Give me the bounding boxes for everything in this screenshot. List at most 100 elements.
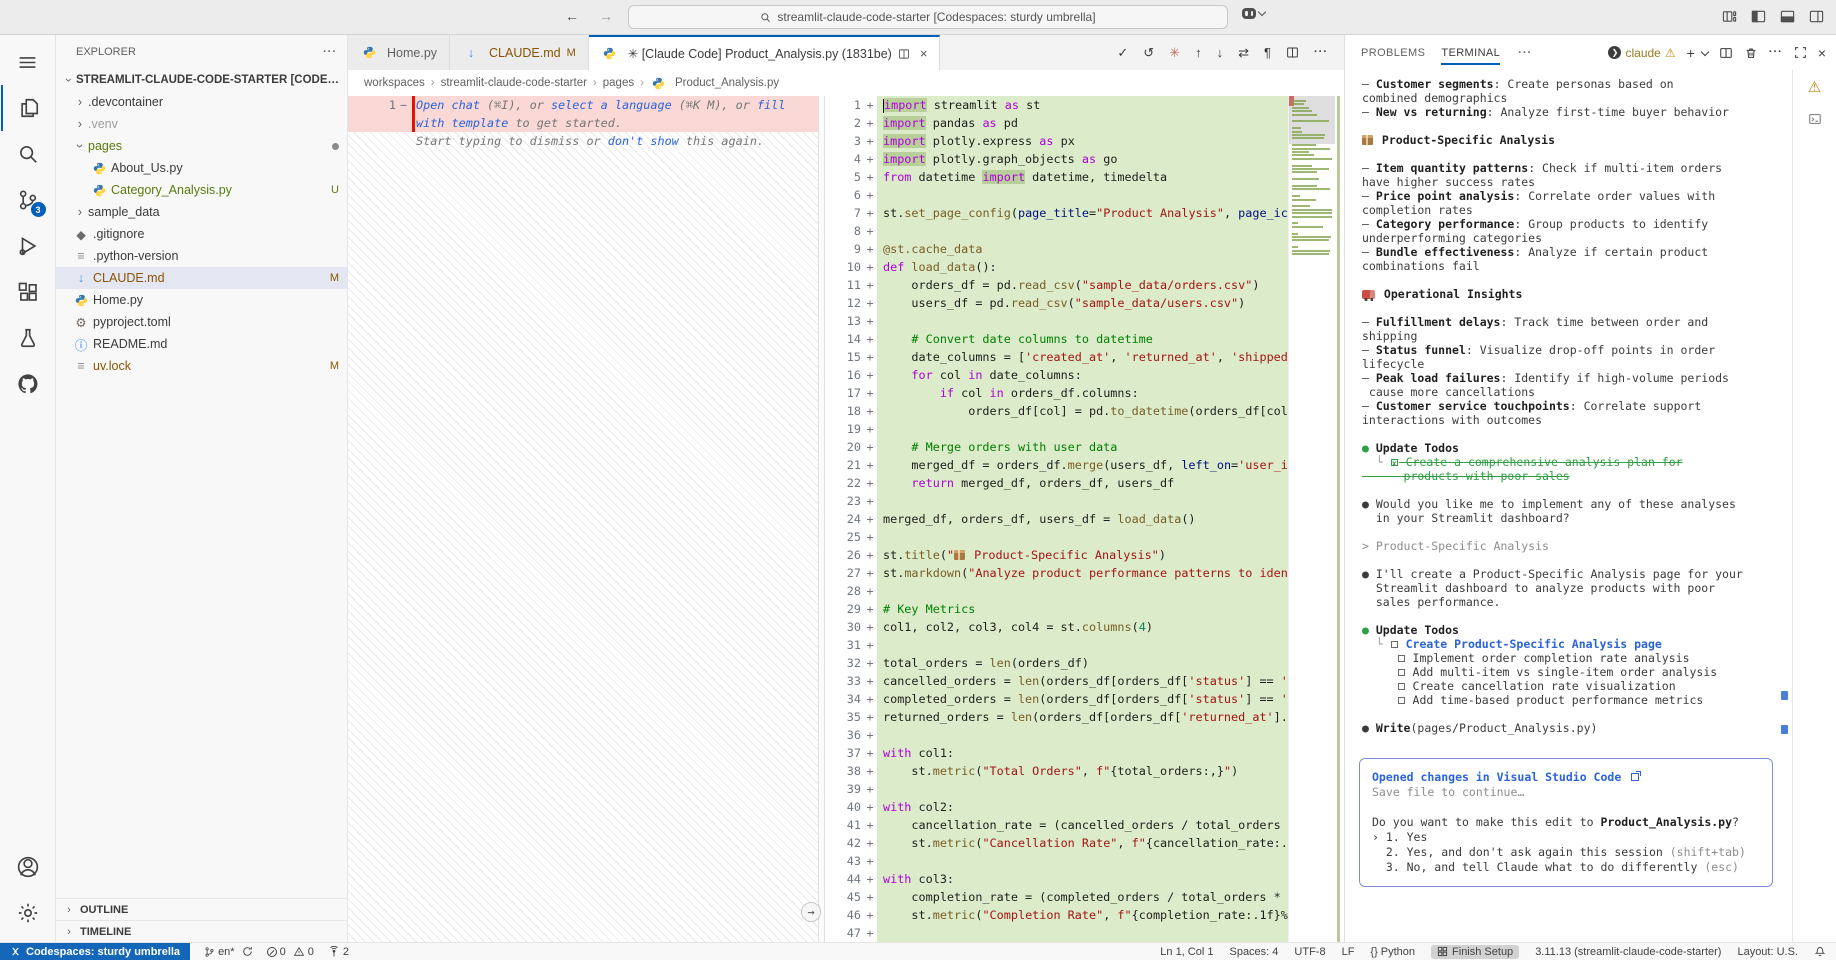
tab-product-analysis[interactable]: ✳ [Claude Code] Product_Analysis.py (183…: [589, 35, 941, 70]
dialog-option-3[interactable]: 3. No, and tell Claude what to do differ…: [1372, 860, 1760, 875]
forward-icon[interactable]: →: [599, 8, 613, 24]
toggle-panel-icon[interactable]: [1780, 9, 1795, 24]
back-icon[interactable]: ←: [565, 8, 579, 24]
keyboard-layout[interactable]: Layout: U.S.: [1737, 946, 1798, 958]
minimap[interactable]: [1288, 96, 1335, 942]
explorer-more-actions-icon[interactable]: ···: [323, 46, 337, 58]
remote-indicator[interactable]: Codespaces: sturdy umbrella: [0, 943, 190, 960]
diff-original-pane[interactable]: 1−Open chat (⌘I), or select a language (…: [348, 96, 818, 942]
file-tree-item-devcontainer[interactable]: ›.devcontainer: [56, 91, 347, 113]
claude-spark-icon[interactable]: ✳: [1169, 46, 1180, 59]
package-icon: [954, 550, 965, 560]
diff-editor[interactable]: 1−Open chat (⌘I), or select a language (…: [348, 96, 1344, 942]
close-icon[interactable]: ×: [920, 46, 928, 61]
accept-change-icon[interactable]: ✓: [1117, 46, 1128, 59]
terminal-dropdown-icon[interactable]: [1701, 47, 1709, 55]
more-actions-icon[interactable]: ···: [1314, 47, 1328, 58]
maximize-panel-icon[interactable]: [1794, 46, 1807, 59]
command-center-search[interactable]: streamlit-claude-code-starter [Codespace…: [628, 5, 1228, 29]
branch-status[interactable]: en*: [204, 946, 253, 958]
new-terminal-icon[interactable]: +: [1687, 46, 1695, 60]
split-editor-icon[interactable]: [1286, 46, 1299, 59]
encoding[interactable]: UTF-8: [1294, 946, 1325, 958]
breadcrumb-item-1[interactable]: workspaces: [364, 77, 425, 89]
next-diff-button[interactable]: →: [801, 902, 821, 922]
finish-setup-button[interactable]: Finish Setup: [1431, 945, 1519, 959]
explorer-icon[interactable]: [1, 85, 55, 131]
eol[interactable]: LF: [1342, 946, 1355, 958]
render-whitespace-icon[interactable]: ¶: [1264, 46, 1271, 59]
breadcrumb-item-2[interactable]: streamlit-claude-code-starter: [441, 77, 587, 89]
github-icon[interactable]: [1, 361, 55, 407]
file-tree-item-gitignore[interactable]: ◆.gitignore: [56, 223, 347, 245]
account-icon[interactable]: [1, 844, 55, 890]
diff-sash[interactable]: [818, 96, 825, 942]
file-tree-item-sample-data[interactable]: ›sample_data: [56, 201, 347, 223]
file-tree-item-venv[interactable]: ›.venv: [56, 113, 347, 135]
panel-tab-problems[interactable]: PROBLEMS: [1353, 35, 1433, 70]
file-tree-item-category-analysis-py[interactable]: Category_Analysis.pyU: [56, 179, 347, 201]
ports-status[interactable]: 2: [328, 946, 349, 958]
sidebar-section-timeline[interactable]: ›TIMELINE: [56, 920, 347, 942]
added-marker: +: [863, 438, 877, 456]
kill-terminal-icon[interactable]: [1744, 46, 1758, 60]
file-tree-item-python-version[interactable]: ≡.python-version: [56, 245, 347, 267]
discard-change-icon[interactable]: ↺: [1143, 46, 1154, 59]
panel-tabs: PROBLEMSTERMINAL: [1353, 35, 1508, 70]
diff-modified-pane[interactable]: 1+import streamlit as st2+import pandas …: [825, 96, 1344, 942]
file-tree-item-pyproject-toml[interactable]: ⚙pyproject.toml: [56, 311, 347, 333]
swap-sides-icon[interactable]: ⇄: [1238, 46, 1249, 59]
previous-change-icon[interactable]: ↑: [1195, 46, 1202, 59]
breadcrumb-item-4[interactable]: Product_Analysis.py: [650, 77, 779, 90]
panel-more-actions-icon[interactable]: ···: [1508, 47, 1542, 59]
python-interpreter[interactable]: 3.11.13 (streamlit-claude-code-starter): [1535, 946, 1721, 958]
testing-icon[interactable]: [1, 315, 55, 361]
cursor-position[interactable]: Ln 1, Col 1: [1160, 946, 1213, 958]
dialog-option-1[interactable]: › 1. Yes: [1372, 830, 1760, 845]
file-tree-item-home-py[interactable]: Home.py: [56, 289, 347, 311]
panel-tab-terminal[interactable]: TERMINAL: [1433, 35, 1508, 70]
placeholder-text: with template to get started.: [412, 114, 622, 132]
code-line: 25+: [825, 528, 1344, 546]
breadcrumb-item-3[interactable]: pages: [603, 77, 634, 89]
source-control-icon[interactable]: 3: [1, 177, 55, 223]
next-change-icon[interactable]: ↓: [1217, 46, 1224, 59]
line-number: 10: [825, 258, 863, 276]
toggle-secondary-sidebar-icon[interactable]: [1809, 9, 1824, 24]
tab-home-py[interactable]: Home.py: [348, 35, 450, 70]
notifications-bell-icon[interactable]: [1814, 946, 1826, 958]
file-tree-item-uv-lock[interactable]: ≡uv.lockM: [56, 355, 347, 377]
minimap-line: [1292, 178, 1319, 180]
terminal-warning-icon[interactable]: ⚠: [1804, 76, 1826, 98]
file-tree-item-claude-md[interactable]: ↓CLAUDE.mdM: [56, 267, 347, 289]
problems-status[interactable]: 0 0: [267, 946, 314, 958]
terminal-line: lifecycle: [1362, 357, 1792, 371]
added-marker: +: [863, 546, 877, 564]
terminal-item-icon[interactable]: [1804, 108, 1826, 130]
customize-layout-icon[interactable]: [1722, 9, 1737, 24]
extensions-icon[interactable]: [1, 269, 55, 315]
close-panel-icon[interactable]: ×: [1818, 46, 1826, 60]
dialog-option-2[interactable]: 2. Yes, and don't ask again this session…: [1372, 845, 1760, 860]
copilot-menu-button[interactable]: [1242, 8, 1265, 19]
minimap-line: [1292, 114, 1317, 116]
language-mode[interactable]: {} Python: [1370, 946, 1415, 958]
file-tree-item-streamlit-claude-code-starter-codesp[interactable]: ›STREAMLIT-CLAUDE-CODE-STARTER [CODESP..…: [56, 69, 347, 91]
sidebar-section-outline[interactable]: ›OUTLINE: [56, 898, 347, 920]
panel-overflow-icon[interactable]: ···: [1769, 47, 1783, 58]
terminal-tab-claude[interactable]: ❯ claude ⚠: [1608, 46, 1675, 60]
run-debug-icon[interactable]: [1, 223, 55, 269]
chevron-expanded-icon: ›: [73, 138, 87, 154]
menu-icon[interactable]: [1, 39, 55, 85]
gitignore-icon: ◆: [72, 227, 90, 242]
tab-claude-md[interactable]: ↓CLAUDE.mdM: [450, 35, 589, 70]
toggle-primary-sidebar-icon[interactable]: [1751, 9, 1766, 24]
file-tree-item-pages[interactable]: ›pages: [56, 135, 347, 157]
line-number: 28: [825, 582, 863, 600]
file-tree-item-readme-md[interactable]: ⓘREADME.md: [56, 333, 347, 355]
settings-icon[interactable]: [1, 890, 55, 936]
file-tree-item-about-us-py[interactable]: About_Us.py: [56, 157, 347, 179]
search-icon[interactable]: [1, 131, 55, 177]
indentation[interactable]: Spaces: 4: [1229, 946, 1278, 958]
split-terminal-icon[interactable]: [1719, 46, 1733, 60]
